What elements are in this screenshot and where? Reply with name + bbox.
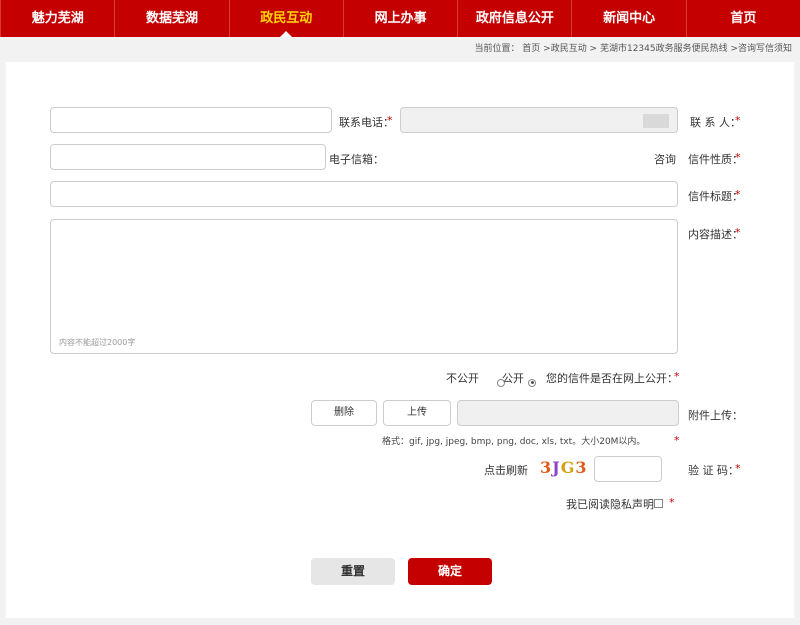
top-nav: 首页 新闻中心 政府信息公开 网上办事 政民互动 数据芜湖 魅力芜湖 bbox=[0, 0, 800, 37]
public-no-label: 不公开 bbox=[446, 372, 479, 385]
email-input[interactable] bbox=[50, 144, 326, 170]
content-hint: 内容不能超过2000字 bbox=[59, 338, 136, 347]
required-mark: * bbox=[669, 496, 675, 509]
public-question: 您的信件是否在网上公开： bbox=[546, 372, 678, 385]
phone-label: 联系电话： bbox=[339, 116, 394, 129]
form-panel: * 联 系 人： * 联系电话： * 信件性质： 咨询 电子信箱： * 信件标题… bbox=[6, 62, 794, 618]
captcha-refresh-link[interactable]: 点击刷新 bbox=[484, 462, 528, 478]
content-textarea[interactable]: 内容不能超过2000字 bbox=[50, 219, 678, 354]
nav-item-data[interactable]: 数据芜湖 bbox=[114, 0, 228, 37]
nav-item-interaction[interactable]: 政民互动 bbox=[228, 0, 343, 37]
agree-checkbox[interactable] bbox=[654, 499, 663, 508]
masked-contact-value bbox=[643, 114, 669, 128]
attach-label: 附件上传： bbox=[688, 409, 743, 422]
upload-button[interactable]: 上传 bbox=[383, 400, 451, 426]
radio-public[interactable] bbox=[528, 378, 536, 387]
nav-item-charm[interactable]: 魅力芜湖 bbox=[0, 0, 114, 37]
agree-label[interactable]: 我已阅读隐私声明 bbox=[566, 496, 654, 512]
nav-item-home[interactable]: 首页 bbox=[685, 0, 800, 37]
content-label: 内容描述： bbox=[688, 228, 743, 241]
contact-label: 联 系 人： bbox=[690, 116, 741, 129]
captcha-input[interactable] bbox=[594, 456, 662, 482]
captcha-image[interactable]: 3JG3 bbox=[540, 458, 588, 477]
nav-item-news[interactable]: 新闻中心 bbox=[571, 0, 685, 37]
reset-button[interactable]: 重置 bbox=[311, 558, 395, 585]
email-label: 电子信箱： bbox=[329, 153, 384, 166]
contact-input[interactable] bbox=[400, 107, 678, 133]
type-value: 咨询 bbox=[654, 153, 676, 166]
attach-hint: 格式：gif, jpg, jpeg, bmp, png, doc, xls, t… bbox=[382, 437, 646, 447]
delete-button[interactable]: 删除 bbox=[311, 400, 377, 426]
subject-input[interactable] bbox=[50, 181, 678, 207]
nav-item-gov-info[interactable]: 政府信息公开 bbox=[457, 0, 571, 37]
public-yes-label: 公开 bbox=[502, 372, 524, 385]
submit-button[interactable]: 确定 bbox=[408, 558, 492, 585]
radio-not-public[interactable] bbox=[497, 378, 506, 387]
required-mark: * bbox=[674, 434, 680, 447]
subject-label: 信件标题： bbox=[688, 190, 743, 203]
type-label: 信件性质： bbox=[688, 153, 743, 166]
breadcrumb: 当前位置： 首页 >政民互动 > 芜湖市12345政务服务便民热线 >咨询写信须… bbox=[474, 44, 792, 54]
attach-file-input[interactable] bbox=[457, 400, 679, 426]
phone-input[interactable] bbox=[50, 107, 332, 133]
nav-item-online-service[interactable]: 网上办事 bbox=[342, 0, 457, 37]
captcha-label: 验 证 码： bbox=[688, 464, 739, 477]
